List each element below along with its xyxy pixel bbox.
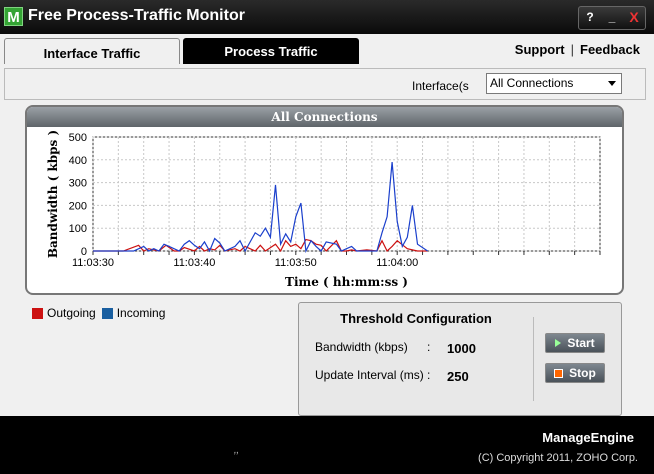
- chart-panel: All Connections 0 100 200 300 400 500 11:03:30…: [25, 105, 624, 295]
- interface-select-value: All Connections: [490, 76, 574, 90]
- incoming-swatch: [101, 307, 113, 319]
- tab-process-traffic[interactable]: Process Traffic: [183, 38, 359, 64]
- chart-panel-title: All Connections: [27, 107, 622, 127]
- interval-colon: :: [427, 368, 431, 382]
- legend-item-outgoing: Outgoing: [32, 306, 96, 320]
- bandwidth-colon: :: [427, 340, 431, 354]
- help-button[interactable]: ?: [579, 7, 601, 29]
- play-icon: [555, 339, 562, 347]
- interval-value[interactable]: 250: [447, 369, 469, 384]
- stop-button[interactable]: Stop: [545, 363, 605, 383]
- close-button[interactable]: X: [623, 7, 645, 29]
- threshold-divider: [533, 317, 534, 401]
- legend-label-outgoing: Outgoing: [47, 306, 96, 320]
- stop-label: Stop: [569, 366, 596, 380]
- y-tick-label: 100: [69, 223, 87, 235]
- y-tick-label: 500: [69, 132, 87, 144]
- x-tick-label: 11:03:50: [275, 257, 317, 269]
- window-controls: ? _ X: [578, 6, 646, 30]
- x-tick-label: 11:03:40: [173, 257, 215, 269]
- support-link[interactable]: Support: [515, 42, 565, 57]
- legend-label-incoming: Incoming: [116, 306, 166, 320]
- main-content: Interface(s All Connections All Connecti…: [0, 64, 654, 416]
- bandwidth-value[interactable]: 1000: [447, 341, 476, 356]
- interface-label: Interface(s: [412, 79, 469, 93]
- bandwidth-label: Bandwidth (kbps): [315, 340, 408, 354]
- start-button[interactable]: Start: [545, 333, 605, 353]
- interface-select[interactable]: All Connections: [486, 73, 622, 94]
- window-title: Free Process-Traffic Monitor: [28, 7, 245, 24]
- y-axis-label: Bandwidth ( kbps ): [46, 130, 60, 258]
- brand-logo: ManageEngine: [542, 430, 634, 445]
- tab-bar: Interface Traffic Process Traffic Suppor…: [0, 34, 654, 66]
- footer: ‚‚ ManageEngine (C) Copyright 2011, ZOHO…: [0, 416, 654, 474]
- tab-interface-traffic[interactable]: Interface Traffic: [4, 38, 180, 66]
- minimize-button[interactable]: _: [601, 7, 623, 29]
- app-logo-icon: M: [4, 7, 23, 26]
- y-tick-label: 400: [69, 155, 87, 167]
- stop-icon: [554, 368, 564, 378]
- chart-legend: Outgoing Incoming: [32, 306, 171, 320]
- outgoing-swatch: [32, 307, 43, 319]
- threshold-title: Threshold Configuration: [340, 311, 492, 326]
- interval-label: Update Interval (ms): [315, 368, 424, 382]
- link-separator: |: [570, 42, 575, 57]
- header-links: Support | Feedback: [515, 42, 640, 57]
- y-tick-label: 200: [69, 200, 87, 212]
- y-tick-label: 300: [69, 178, 87, 190]
- copyright-text: (C) Copyright 2011, ZOHO Corp.: [478, 452, 638, 464]
- x-axis-label: Time ( hh:mm:ss ): [285, 275, 408, 289]
- start-label: Start: [567, 336, 595, 350]
- feedback-link[interactable]: Feedback: [580, 42, 640, 57]
- legend-item-incoming: Incoming: [101, 306, 166, 320]
- x-tick-label: 11:03:30: [72, 257, 114, 269]
- chevron-down-icon: [608, 81, 616, 86]
- title-bar: M Free Process-Traffic Monitor ? _ X: [0, 0, 654, 34]
- x-tick-label: 11:04:00: [376, 257, 418, 269]
- bandwidth-chart: 010020030040050011:03:30 11:03:40 11:03:50…: [46, 130, 601, 289]
- threshold-panel: Threshold Configuration Bandwidth (kbps)…: [298, 302, 622, 416]
- resize-grip[interactable]: ‚‚: [234, 444, 239, 456]
